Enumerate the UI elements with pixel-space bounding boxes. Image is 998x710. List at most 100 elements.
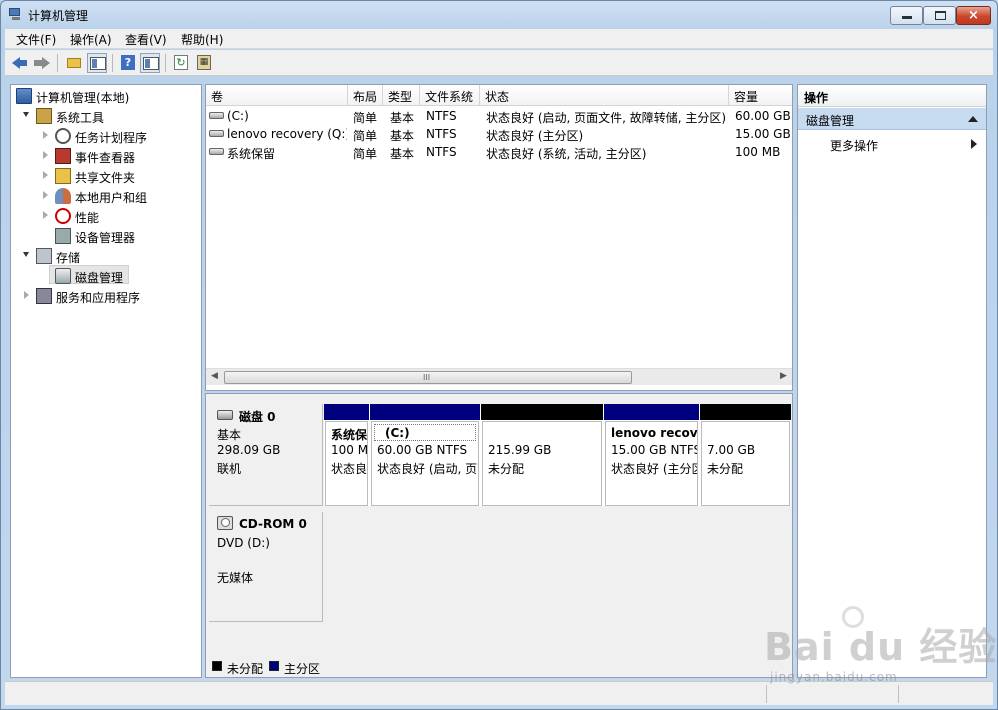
cdrom-area[interactable] [324,512,791,622]
column-capacity[interactable]: 容量 [729,85,792,106]
more-actions[interactable]: 更多操作 [830,137,878,154]
partition-name [488,426,601,443]
collapse-up-icon[interactable] [968,116,978,122]
title-bar[interactable]: 计算机管理 × [1,1,997,29]
maximize-button[interactable] [923,6,956,25]
partition-status: 未分配 [488,462,525,476]
tree-root-label: 计算机管理(本地) [36,91,130,105]
partition-unallocated-1[interactable]: 215.99 GB 未分配 [481,404,603,506]
volume-status: 状态良好 (启动, 页面文件, 故障转储, 主分区) [486,111,726,125]
scrollbar-thumb[interactable]: III [224,371,632,384]
partition-size: 7.00 GB [707,443,756,457]
legend-label-primary: 主分区 [284,662,321,676]
collapsed-arrow-icon[interactable] [43,151,48,159]
console-tree: 计算机管理(本地) 系统工具 任务计划程序 事件查看器 共享文件夹 本地用户和组 [10,84,202,678]
menu-file[interactable]: 文件(F) [16,31,56,48]
table-row[interactable]: (C:) 简单 基本 NTFS 状态良好 (启动, 页面文件, 故障转储, 主分… [206,107,792,125]
partition-c[interactable]: (C:) 60.00 GB NTFS 状态良好 (启动, 页面文件, 故障转储,… [370,404,480,506]
list-header: 卷 布局 类型 文件系统 状态 容量 [206,85,792,106]
volume-type: 基本 [390,129,415,143]
partition-body: (C:) 60.00 GB NTFS 状态良好 (启动, 页面文件, 故障转储,… [371,421,479,506]
tree-label: 设备管理器 [75,231,136,245]
cdrom0-label[interactable]: CD-ROM 0 DVD (D:) 无媒体 [209,512,323,622]
help-button[interactable]: ? [118,53,138,73]
close-button[interactable]: × [956,6,991,25]
table-row[interactable]: lenovo recovery (Q:) 简单 基本 NTFS 状态良好 (主分… [206,125,792,143]
disk0-state: 联机 [217,462,242,476]
cdrom-icon [217,516,233,530]
up-level-button[interactable] [64,53,84,73]
partition-status: 状态良好 (系统, 活动, 主分区) [331,462,368,476]
partition-body: lenovo recovery (Q:) 15.00 GB NTFS 状态良好 … [605,421,698,506]
disk0-partitions: 系统保留 100 MB NTFS 状态良好 (系统, 活动, 主分区) (C:)… [324,404,791,506]
collapsed-arrow-icon[interactable] [43,211,48,219]
minimize-button[interactable] [890,6,923,25]
submenu-arrow-icon[interactable] [971,139,977,149]
show-tree-button[interactable] [87,53,107,73]
window-title: 计算机管理 [28,9,89,23]
tree-label: 事件查看器 [75,151,136,165]
show-action-pane-button[interactable] [140,53,160,73]
column-status[interactable]: 状态 [480,85,729,106]
collapsed-arrow-icon[interactable] [43,171,48,179]
column-layout[interactable]: 布局 [348,85,383,106]
volume-status: 状态良好 (系统, 活动, 主分区) [486,147,647,161]
volume-capacity: 100 MB [735,145,781,159]
menu-help[interactable]: 帮助(H) [181,31,223,48]
disk0-size: 298.09 GB [217,443,281,457]
expanded-arrow-icon[interactable] [23,252,29,257]
volume-layout: 简单 [353,111,378,125]
forward-button[interactable] [32,53,52,73]
partition-status: 状态良好 (启动, 页面文件, 故障转储, 主分区) [377,462,478,476]
maximize-icon [935,11,946,20]
horizontal-scrollbar[interactable]: ◀ III ▶ [206,368,792,385]
status-bar [5,681,993,705]
menu-action[interactable]: 操作(A) [70,31,112,48]
volume-layout: 简单 [353,129,378,143]
toolbar: ? ↻ ▦ [5,50,993,76]
disk-management-icon [55,268,71,284]
partition-unallocated-2[interactable]: 7.00 GB 未分配 [700,404,791,506]
properties-button[interactable]: ▦ [194,53,214,73]
volume-list: 卷 布局 类型 文件系统 状态 容量 (C:) 简单 基本 NTFS 状态良好 … [205,84,793,391]
help-icon: ? [121,55,135,70]
column-volume[interactable]: 卷 [206,85,348,106]
column-filesystem[interactable]: 文件系统 [420,85,480,106]
close-icon: × [968,8,979,23]
tree-label: 任务计划程序 [75,131,148,145]
tree-label: 系统工具 [56,111,105,125]
legend-swatch-unallocated [212,661,222,671]
volume-name: (C:) [227,109,249,123]
partition-lenovo-recovery[interactable]: lenovo recovery (Q:) 15.00 GB NTFS 状态良好 … [604,404,699,506]
actions-section-label: 磁盘管理 [806,114,855,128]
volume-name: 系统保留 [227,147,276,161]
partition-bar [604,404,699,420]
tree-label: 共享文件夹 [75,171,136,185]
collapsed-arrow-icon[interactable] [24,291,29,299]
actions-section-disk-management[interactable]: 磁盘管理 [798,108,986,130]
refresh-button[interactable]: ↻ [171,53,191,73]
tree-label: 磁盘管理 [75,271,124,285]
users-icon [55,188,71,204]
expanded-arrow-icon[interactable] [23,112,29,117]
collapsed-arrow-icon[interactable] [43,191,48,199]
disk-graphical-view: 磁盘 0 基本 298.09 GB 联机 系统保留 100 MB NTFS 状态… [205,393,793,678]
minimize-icon [902,16,912,19]
partition-body: 215.99 GB 未分配 [482,421,602,506]
scroll-right-icon[interactable]: ▶ [780,371,787,381]
collapsed-arrow-icon[interactable] [43,131,48,139]
disk0-label[interactable]: 磁盘 0 基本 298.09 GB 联机 [209,404,323,506]
scroll-grip: III [423,373,431,382]
forward-arrow-icon [42,57,50,69]
refresh-icon: ↻ [174,55,188,70]
back-button[interactable] [10,53,30,73]
scroll-left-icon[interactable]: ◀ [211,371,218,381]
main-window: 计算机管理 × 文件(F) 操作(A) 查看(V) 帮助(H) ? ↻ ▦ 计算… [0,0,998,710]
column-type[interactable]: 类型 [383,85,420,106]
device-manager-icon [55,228,71,244]
actions-header: 操作 [798,85,986,107]
partition-system-reserved[interactable]: 系统保留 100 MB NTFS 状态良好 (系统, 活动, 主分区) [324,404,369,506]
table-row[interactable]: 系统保留 简单 基本 NTFS 状态良好 (系统, 活动, 主分区) 100 M… [206,143,792,161]
cdrom-title: CD-ROM 0 [239,517,307,531]
menu-view[interactable]: 查看(V) [125,31,167,48]
